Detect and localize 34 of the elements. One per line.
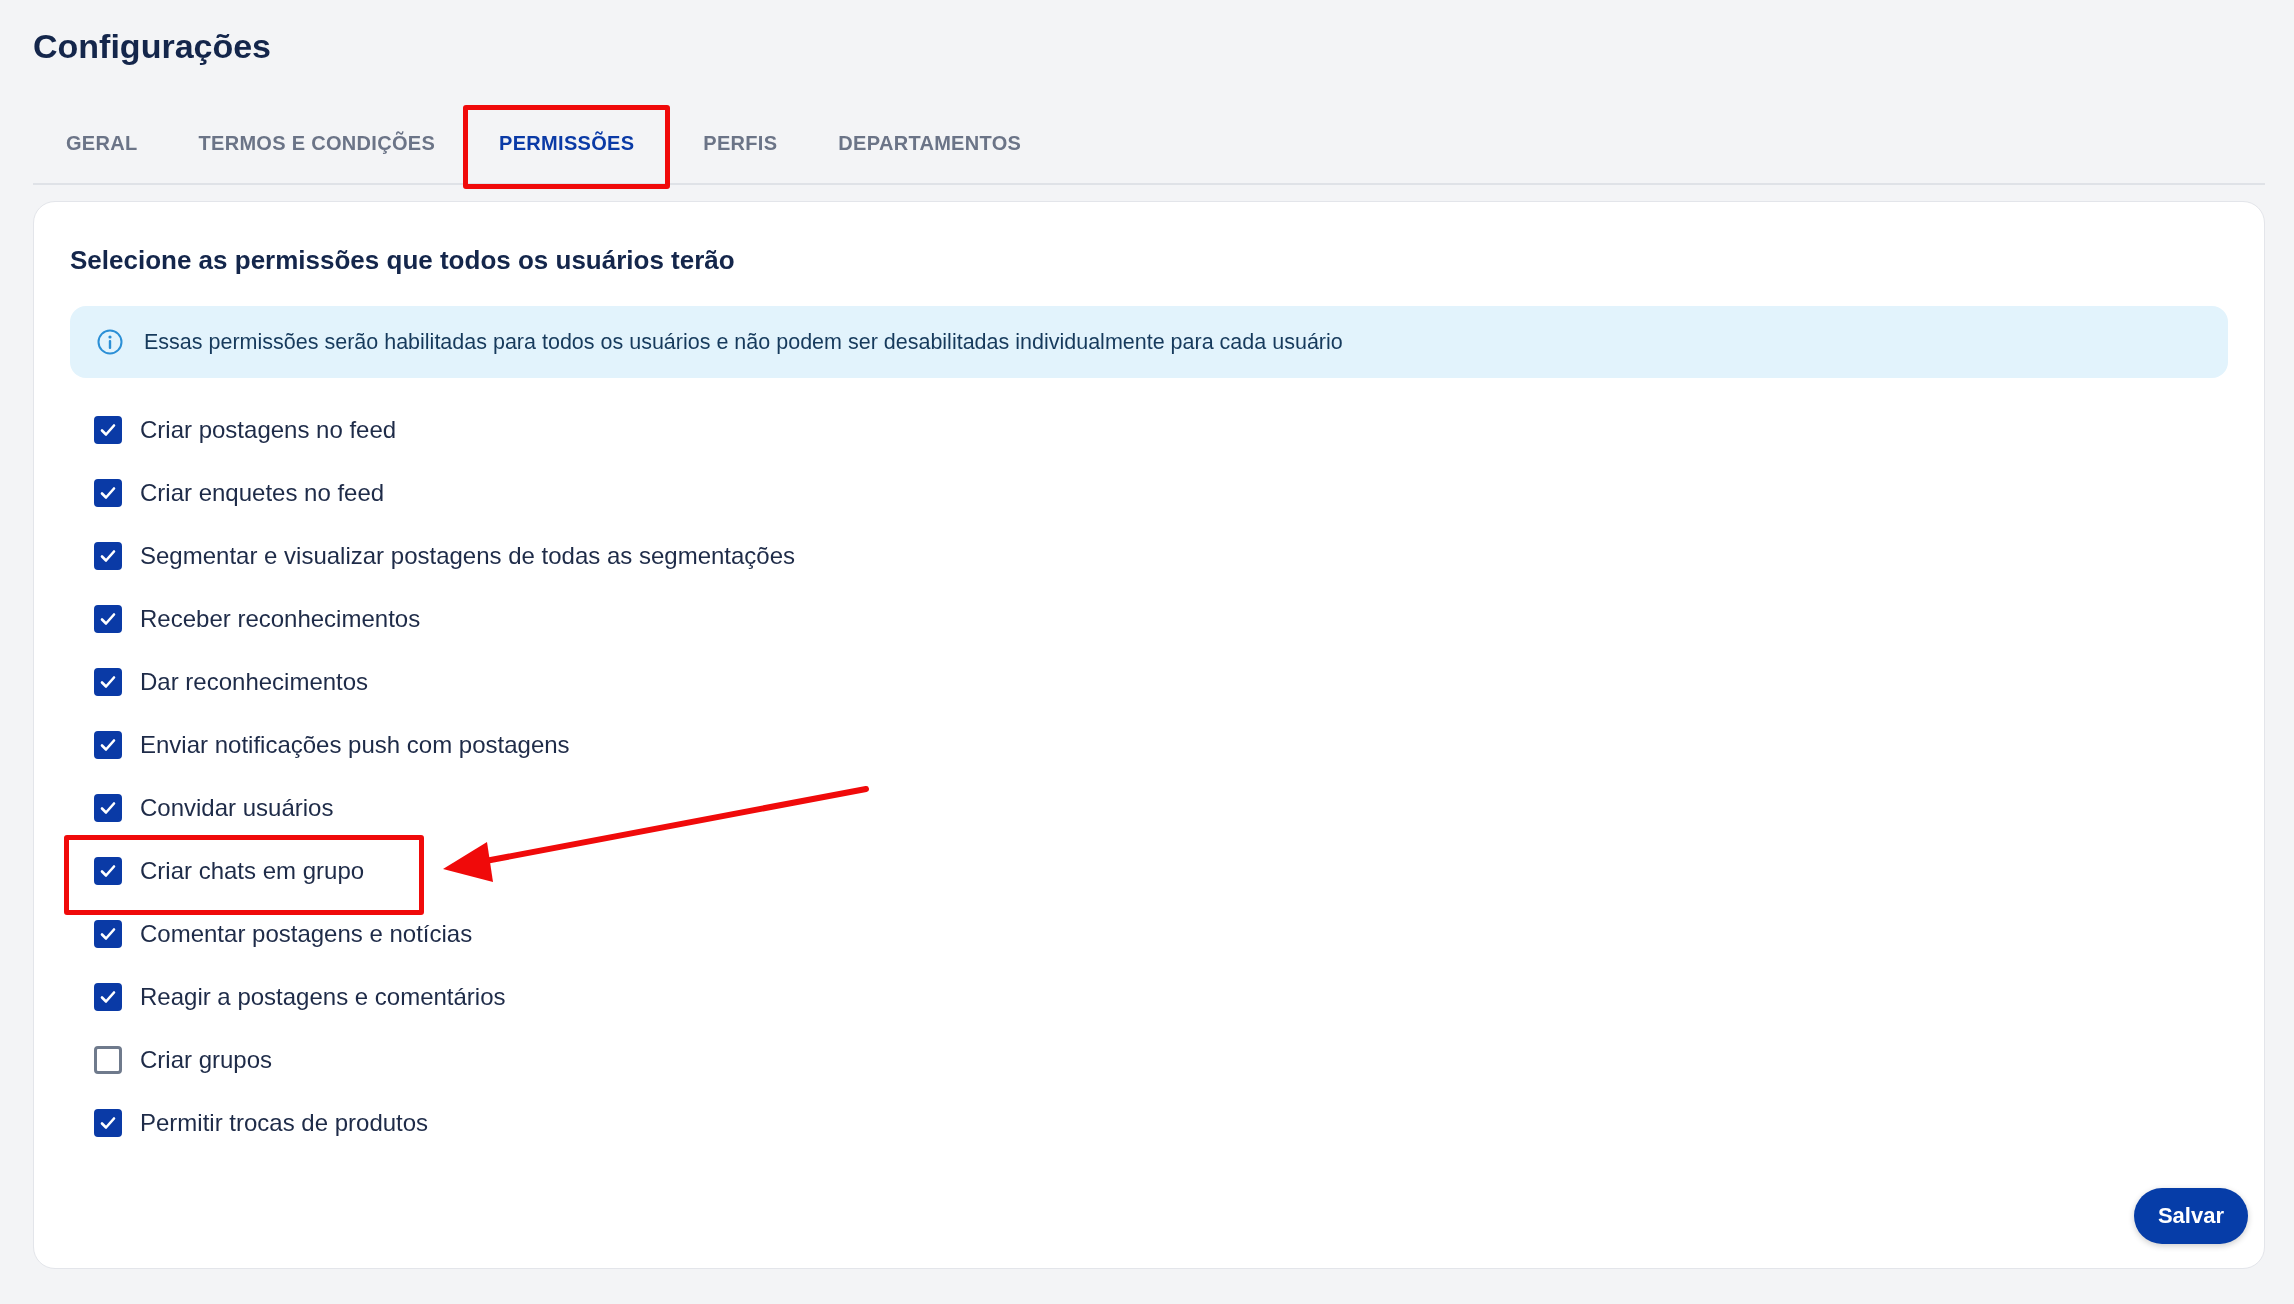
- permission-label: Comentar postagens e notícias: [140, 919, 473, 948]
- checkbox[interactable]: [94, 541, 122, 570]
- checkbox[interactable]: [94, 919, 122, 948]
- checkbox[interactable]: [94, 1045, 122, 1074]
- permission-label: Dar reconhecimentos: [140, 667, 369, 696]
- info-icon: [96, 328, 124, 356]
- permission-label: Criar chats em grupo: [140, 856, 365, 885]
- page-title: Configurações: [33, 26, 273, 67]
- info-text: Essas permissões serão habilitadas para todos os usuários e não podem ser desabilitadas individualmente para cada usuário: [144, 329, 1343, 355]
- permission-label: Reagir a postagens e comentários: [140, 982, 506, 1011]
- checkbox[interactable]: [94, 793, 122, 822]
- permission-label: Receber reconhecimentos: [140, 604, 421, 633]
- permission-label: Segmentar e visualizar postagens de todas as segmentações: [140, 541, 796, 570]
- permission-label: Criar postagens no feed: [140, 415, 397, 444]
- tab[interactable]: DEPARTAMENTOS: [805, 107, 1050, 179]
- checkbox[interactable]: [94, 667, 122, 696]
- checkbox[interactable]: [94, 982, 122, 1011]
- checkbox[interactable]: [94, 415, 122, 444]
- checkbox[interactable]: [94, 856, 122, 885]
- tab[interactable]: PERMISSÕES: [463, 107, 671, 179]
- checkbox[interactable]: [94, 478, 122, 507]
- checkbox[interactable]: [94, 1108, 122, 1137]
- tab[interactable]: GERAL: [33, 107, 166, 179]
- permission-label: Enviar notificações push com postagens: [140, 730, 570, 759]
- permission-label: Convidar usuários: [140, 793, 334, 822]
- tab[interactable]: PERFIS: [670, 107, 806, 179]
- permission-label: Criar grupos: [140, 1045, 273, 1074]
- checkbox[interactable]: [94, 604, 122, 633]
- checkbox[interactable]: [94, 730, 122, 759]
- save-button[interactable]: Salvar: [2133, 1188, 2248, 1244]
- permission-label: Criar enquetes no feed: [140, 478, 385, 507]
- tab[interactable]: TERMOS E CONDIÇÕES: [165, 107, 464, 179]
- section-heading: Selecione as permissões que todos os usuários terão: [70, 244, 736, 277]
- permission-label: Permitir trocas de produtos: [140, 1108, 429, 1137]
